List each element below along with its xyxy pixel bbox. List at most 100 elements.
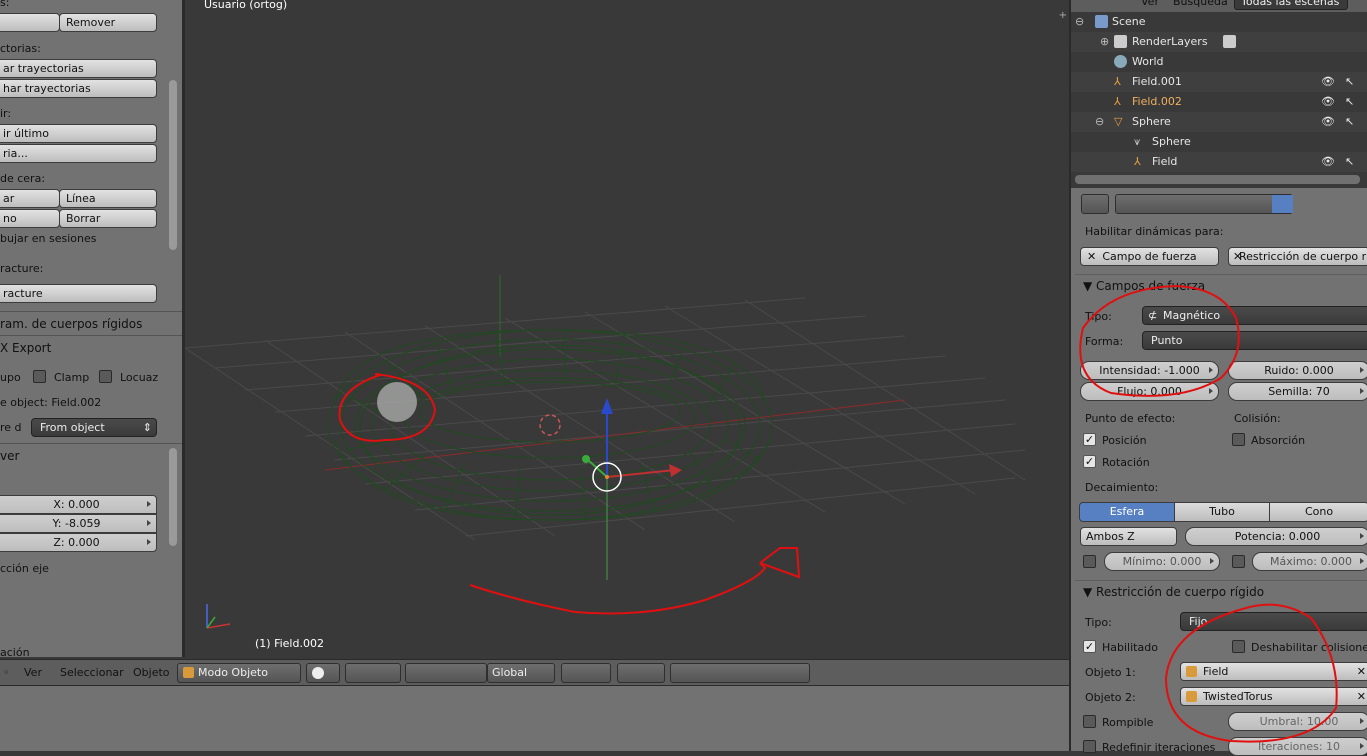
menu-view[interactable]: Ver	[24, 666, 42, 679]
layer-buttons-1[interactable]	[561, 663, 611, 683]
rotation-checkbox[interactable]: ✓	[1083, 455, 1096, 468]
override-iterations-checkbox[interactable]	[1083, 740, 1096, 753]
breakable-checkbox[interactable]	[1083, 715, 1096, 728]
scene-filter-dropdown[interactable]: Todas las escenas	[1234, 0, 1348, 10]
calc-trajectories-button[interactable]: ar trayectorias	[0, 59, 157, 78]
shape-dropdown[interactable]: Punto	[1142, 331, 1367, 350]
falloff-tube-tab[interactable]: Tubo	[1174, 502, 1270, 522]
layer-buttons-2[interactable]	[617, 663, 665, 683]
repeat-history-button[interactable]: ria...	[0, 144, 157, 163]
collapse-icon[interactable]: ⊖	[1095, 115, 1104, 128]
3d-viewport[interactable]: Usuario (ortog) (1) Field.002 +	[185, 0, 1069, 657]
clear-trajectories-button[interactable]: har trayectorias	[0, 79, 157, 98]
clamp-checkbox[interactable]	[33, 370, 46, 383]
object2-field[interactable]: TwistedTorus ✕	[1180, 687, 1367, 706]
editor-type-icon[interactable]: ◦	[3, 666, 10, 679]
y-field[interactable]: Y: -8.059	[0, 514, 157, 533]
outliner-hscrollbar[interactable]	[1075, 175, 1360, 184]
orientation-dropdown[interactable]: Global	[487, 663, 555, 683]
menu-select[interactable]: Seleccionar	[60, 666, 124, 679]
rigid-constraint-button[interactable]: ✕Restricción de cuerpo rígido	[1228, 247, 1367, 266]
rigid-constraint-panel-header[interactable]: ▼ Restricción de cuerpo rígido	[1083, 585, 1264, 599]
collapse-icon[interactable]: ⊖	[1075, 15, 1084, 28]
poly-button[interactable]: no	[0, 209, 60, 228]
rigid-body-panel-header[interactable]: ram. de cuerpos rígidos	[0, 311, 182, 335]
shading-dropdown[interactable]	[306, 663, 340, 683]
pivot-dropdown[interactable]	[345, 663, 401, 683]
outliner-menu-search[interactable]: Búsqueda	[1173, 0, 1228, 8]
min-field[interactable]: Mínimo: 0.000	[1104, 552, 1220, 571]
select-arrow-icon[interactable]: ↖	[1345, 75, 1354, 88]
absorption-checkbox[interactable]	[1232, 433, 1245, 446]
falloff-cone-tab[interactable]: Cono	[1269, 502, 1367, 522]
line-button[interactable]: Línea	[59, 189, 157, 208]
outliner-row-field[interactable]: ⅄ Field 👁 ↖	[1071, 152, 1367, 172]
clear-x-icon[interactable]: ✕	[1357, 688, 1366, 705]
position-checkbox[interactable]: ✓	[1083, 433, 1096, 446]
visibility-eye-icon[interactable]: 👁	[1321, 115, 1335, 128]
remove-button[interactable]: Remover	[59, 13, 157, 32]
outliner-row-field002[interactable]: ⅄ Field.002 👁 ↖	[1071, 92, 1367, 112]
fracture-button[interactable]: racture	[0, 284, 157, 303]
from-object-dropdown[interactable]: From object ⇕	[31, 418, 157, 437]
outliner-row-scene[interactable]: ⊖ Scene	[1071, 12, 1367, 32]
select-arrow-icon[interactable]: ↖	[1345, 95, 1354, 108]
z-direction-dropdown[interactable]: Ambos Z	[1080, 527, 1177, 546]
force-fields-panel-title: Campos de fuerza	[1096, 279, 1206, 293]
menu-object[interactable]: Objeto	[133, 666, 170, 679]
iterations-field[interactable]: Iteraciones: 10	[1228, 737, 1367, 756]
threshold-field[interactable]: Umbral: 10.00	[1228, 712, 1367, 731]
object1-field[interactable]: Field ✕	[1180, 662, 1367, 681]
gizmo-x-arrow	[669, 464, 682, 477]
erase-button[interactable]: Borrar	[59, 209, 157, 228]
falloff-sphere-tab[interactable]: Esfera	[1079, 502, 1175, 522]
visibility-eye-icon[interactable]: 👁	[1321, 155, 1335, 168]
export-panel-header[interactable]: X Export	[0, 335, 182, 359]
outliner-row-renderlayers[interactable]: ⊕ RenderLayers	[1071, 32, 1367, 52]
max-checkbox[interactable]	[1232, 555, 1245, 568]
noise-field[interactable]: Ruido: 0.000	[1228, 361, 1367, 380]
force-field-button[interactable]: ✕ Campo de fuerza	[1080, 247, 1219, 266]
editor-type-button[interactable]	[1081, 194, 1109, 214]
timeline-area[interactable]	[0, 685, 1069, 751]
outliner-row-sphere[interactable]: ⊖ ▽ Sphere 👁 ↖	[1071, 112, 1367, 132]
clear-x-icon[interactable]: ✕	[1357, 663, 1366, 680]
visibility-eye-icon[interactable]: 👁	[1321, 95, 1335, 108]
verbose-checkbox[interactable]	[99, 370, 112, 383]
intensity-field[interactable]: Intensidad: -1.000	[1080, 361, 1219, 380]
expand-icon[interactable]: ⊕	[1100, 35, 1109, 48]
force-fields-panel-header[interactable]: ▼ Campos de fuerza	[1083, 279, 1205, 293]
outliner-row-world[interactable]: World	[1071, 52, 1367, 72]
power-field[interactable]: Potencia: 0.000	[1185, 527, 1367, 546]
disable-collisions-checkbox[interactable]	[1232, 640, 1245, 653]
field-type-dropdown[interactable]: ⊄ Magnético	[1142, 306, 1367, 325]
rigid-type-dropdown[interactable]: Fijo	[1180, 612, 1367, 631]
visibility-eye-icon[interactable]: 👁	[1321, 75, 1335, 88]
shelf-label-top: s:	[0, 0, 10, 9]
seed-field[interactable]: Semilla: 70	[1228, 382, 1367, 401]
repeat-last-button[interactable]: ir último	[0, 124, 157, 143]
shelf-scrollbar-bottom[interactable]	[169, 448, 177, 546]
mode-dropdown[interactable]: Modo Objeto	[177, 663, 301, 683]
draw-button[interactable]: ar	[0, 189, 60, 208]
ver-panel-header[interactable]: ver	[0, 443, 182, 467]
outliner-row-sphere-mesh[interactable]: ⩛ Sphere	[1071, 132, 1367, 152]
manipulator-buttons[interactable]	[405, 663, 487, 683]
select-arrow-icon[interactable]: ↖	[1345, 155, 1354, 168]
flow-field[interactable]: Flujo: 0.000	[1080, 382, 1219, 401]
shelf-scrollbar-top[interactable]	[169, 80, 177, 250]
snap-render-buttons[interactable]	[670, 663, 810, 683]
enabled-checkbox[interactable]: ✓	[1083, 640, 1096, 653]
physics-tab-icon[interactable]	[1272, 195, 1293, 213]
outliner-row-field001[interactable]: ⅄ Field.001 👁 ↖	[1071, 72, 1367, 92]
select-arrow-icon[interactable]: ↖	[1345, 115, 1354, 128]
collision-label: Colisión:	[1234, 412, 1281, 425]
x-field[interactable]: X: 0.000	[0, 495, 157, 514]
outliner-menu-view[interactable]: Ver	[1141, 0, 1159, 8]
expand-icon[interactable]: +	[1059, 10, 1067, 21]
min-checkbox[interactable]	[1083, 555, 1096, 568]
max-field[interactable]: Máximo: 0.000	[1252, 552, 1367, 571]
context-tabs[interactable]	[1115, 194, 1293, 214]
z-field[interactable]: Z: 0.000	[0, 533, 157, 552]
add-button[interactable]	[0, 13, 60, 32]
